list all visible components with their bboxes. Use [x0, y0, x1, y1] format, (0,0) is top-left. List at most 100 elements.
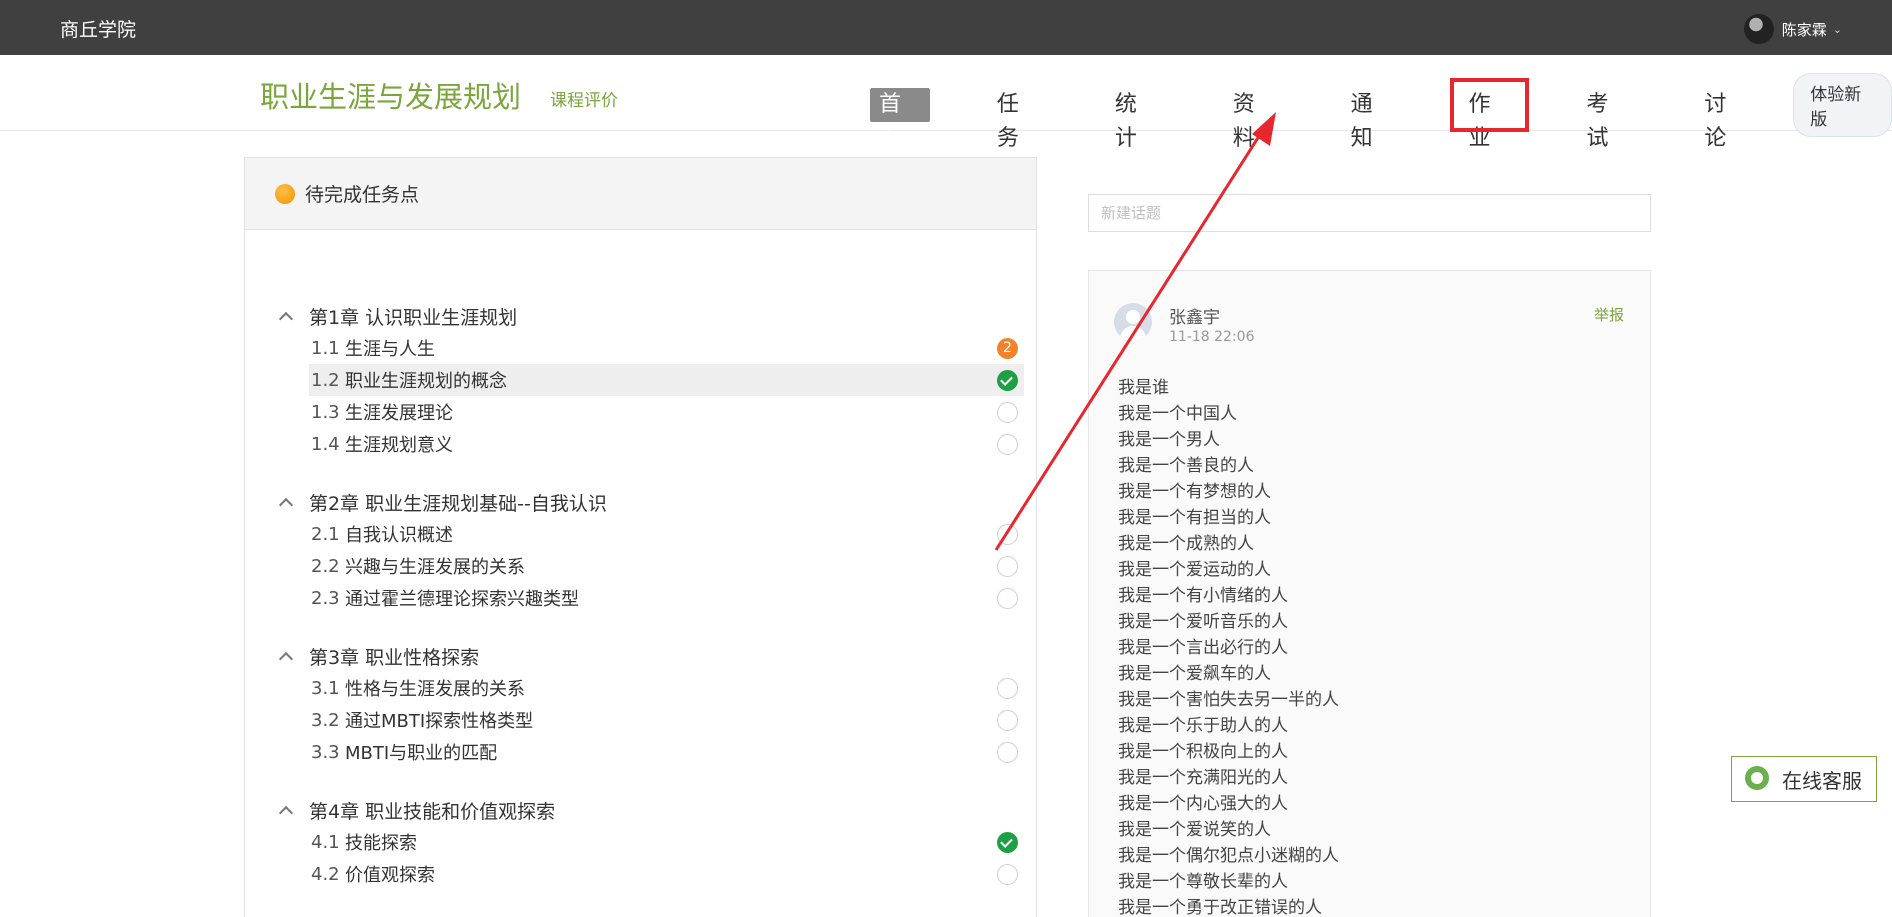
- course-header: 职业生涯与发展规划 课程评价 首页 任务 统计 资料 通知 作业 考试 讨论 体…: [0, 55, 1892, 151]
- post-line: 我是一个言出必行的人: [1118, 638, 1288, 658]
- post-time: 11-18 22:06: [1169, 329, 1255, 345]
- post-line: 我是一个有梦想的人: [1118, 482, 1271, 502]
- task-panel-header: 待完成任务点: [245, 158, 1036, 230]
- online-service-label: 在线客服: [1782, 768, 1862, 793]
- lesson-item[interactable]: 2.1 自我认识概述: [309, 518, 1024, 550]
- chapter-title[interactable]: 第3章 职业性格探索: [245, 640, 1036, 672]
- tab-stats[interactable]: 统计: [1106, 88, 1166, 151]
- lesson-item[interactable]: 3.2 通过MBTI探索性格类型: [309, 704, 1024, 736]
- lesson-item[interactable]: 2.2 兴趣与生涯发展的关系: [309, 550, 1024, 582]
- chapter: 第2章 职业生涯规划基础--自我认识 2.1 自我认识概述 2.2 兴趣与生涯发展的关系…: [245, 486, 1036, 614]
- incomplete-circle-icon: [997, 678, 1018, 699]
- tab-materials[interactable]: 资料: [1224, 88, 1284, 151]
- report-link[interactable]: 举报: [1594, 304, 1624, 325]
- chapter-title-text: 第4章 职业技能和价值观探索: [309, 800, 556, 823]
- post-author[interactable]: 张鑫宇: [1169, 303, 1220, 328]
- post-line: 我是一个勇于改正错误的人: [1118, 898, 1322, 917]
- post-line: 我是一个成熟的人: [1118, 534, 1254, 554]
- lesson-number: 3.3: [311, 741, 340, 763]
- post-content: 我是谁 我是一个中国人 我是一个男人 我是一个善良的人 我是一个有梦想的人 我是一个有担当…: [1118, 375, 1339, 917]
- chapter-title-text: 第1章 认识职业生涯规划: [309, 306, 518, 329]
- lesson-title: 性格与生涯发展的关系: [345, 679, 525, 700]
- chevron-down-icon: ⌄: [1832, 22, 1842, 36]
- post-line: 我是一个有小情绪的人: [1118, 586, 1288, 606]
- new-topic-input[interactable]: [1088, 194, 1651, 232]
- pending-count-badge: 2: [997, 338, 1018, 359]
- post-line: 我是一个积极向上的人: [1118, 742, 1288, 762]
- tab-notices[interactable]: 通知: [1342, 88, 1402, 151]
- lesson-number: 4.1: [311, 831, 340, 853]
- chapter-title[interactable]: 第4章 职业技能和价值观探索: [245, 794, 1036, 826]
- lesson-item[interactable]: 4.1 技能探索: [309, 826, 1024, 858]
- tab-exams[interactable]: 考试: [1577, 88, 1637, 151]
- tab-discussion[interactable]: 讨论: [1695, 88, 1755, 151]
- lesson-title: 生涯发展理论: [345, 403, 453, 424]
- incomplete-circle-icon: [997, 434, 1018, 455]
- lesson-number: 2.1: [311, 523, 340, 545]
- post-line: 我是一个善良的人: [1118, 456, 1254, 476]
- lesson-item[interactable]: 1.2 职业生涯规划的概念: [309, 364, 1024, 396]
- new-version-button[interactable]: 体验新版: [1793, 73, 1892, 137]
- post-line: 我是谁: [1118, 378, 1169, 398]
- user-avatar: [1743, 14, 1774, 44]
- chevron-up-icon[interactable]: [279, 496, 291, 508]
- lesson-item[interactable]: 4.2 价值观探索: [309, 858, 1024, 890]
- chapter-title[interactable]: 第2章 职业生涯规划基础--自我认识: [245, 486, 1036, 518]
- post-line: 我是一个偶尔犯点小迷糊的人: [1118, 846, 1339, 866]
- author-avatar[interactable]: [1114, 303, 1152, 341]
- incomplete-circle-icon: [997, 588, 1018, 609]
- post-line: 我是一个尊敬长辈的人: [1118, 872, 1288, 892]
- completed-check-icon: [997, 370, 1018, 391]
- headset-icon: [1742, 764, 1772, 794]
- chevron-up-icon[interactable]: [279, 650, 291, 662]
- user-menu[interactable]: 陈家霖 ⌄: [1743, 14, 1842, 44]
- lesson-title: 技能探索: [345, 833, 417, 854]
- post-line: 我是一个有担当的人: [1118, 508, 1271, 528]
- lesson-title: MBTI与职业的匹配: [345, 743, 498, 764]
- completed-check-icon: [997, 832, 1018, 853]
- lesson-number: 1.3: [311, 401, 340, 423]
- post-line: 我是一个爱运动的人: [1118, 560, 1271, 580]
- lesson-item[interactable]: 3.3 MBTI与职业的匹配: [309, 736, 1024, 768]
- chevron-up-icon[interactable]: [279, 310, 291, 322]
- post-line: 我是一个爱飙车的人: [1118, 664, 1271, 684]
- post-line: 我是一个内心强大的人: [1118, 794, 1288, 814]
- lesson-number: 1.1: [311, 337, 340, 359]
- lesson-number: 1.4: [311, 433, 340, 455]
- tab-homework[interactable]: 作业: [1449, 78, 1530, 151]
- incomplete-circle-icon: [997, 864, 1018, 885]
- lesson-item[interactable]: 1.4 生涯规划意义: [309, 428, 1024, 460]
- lesson-number: 2.3: [311, 587, 340, 609]
- top-bar: 商丘学院 陈家霖 ⌄: [0, 0, 1892, 55]
- chapter-title-text: 第3章 职业性格探索: [309, 646, 480, 669]
- course-title: 职业生涯与发展规划: [260, 80, 522, 114]
- tab-home[interactable]: 首页: [870, 88, 930, 151]
- lesson-item[interactable]: 1.1 生涯与人生 2: [309, 332, 1024, 364]
- lesson-title: 生涯与人生: [345, 339, 435, 360]
- post-line: 我是一个中国人: [1118, 404, 1237, 424]
- online-service-button[interactable]: 在线客服: [1731, 756, 1877, 802]
- tab-tasks[interactable]: 任务: [988, 88, 1048, 151]
- lesson-number: 2.2: [311, 555, 340, 577]
- course-eval-link[interactable]: 课程评价: [550, 86, 618, 111]
- lesson-title: 生涯规划意义: [345, 435, 453, 456]
- lesson-item[interactable]: 3.1 性格与生涯发展的关系: [309, 672, 1024, 704]
- post-line: 我是一个爱听音乐的人: [1118, 612, 1288, 632]
- incomplete-circle-icon: [997, 524, 1018, 545]
- lesson-number: 1.2: [311, 369, 340, 391]
- chapter: 第1章 认识职业生涯规划 1.1 生涯与人生 2 1.2 职业生涯规划的概念 1.3 生涯发展…: [245, 300, 1036, 460]
- chapter: 第4章 职业技能和价值观探索 4.1 技能探索 4.2 价值观探索: [245, 794, 1036, 890]
- chapter: 第3章 职业性格探索 3.1 性格与生涯发展的关系 3.2 通过MBTI探索性格类型 3.…: [245, 640, 1036, 768]
- lesson-item[interactable]: 1.3 生涯发展理论: [309, 396, 1024, 428]
- lesson-number: 3.2: [311, 709, 340, 731]
- incomplete-circle-icon: [997, 742, 1018, 763]
- chapter-title-text: 第2章 职业生涯规划基础--自我认识: [309, 492, 607, 515]
- incomplete-circle-icon: [997, 710, 1018, 731]
- course-nav: 首页 任务 统计 资料 通知 作业 考试 讨论 体验新版: [870, 73, 1892, 151]
- chapter-title[interactable]: 第1章 认识职业生涯规划: [245, 300, 1036, 332]
- lesson-title: 通过MBTI探索性格类型: [345, 711, 534, 732]
- incomplete-circle-icon: [997, 556, 1018, 577]
- chevron-up-icon[interactable]: [279, 804, 291, 816]
- site-logo[interactable]: 商丘学院: [60, 15, 136, 42]
- lesson-item[interactable]: 2.3 通过霍兰德理论探索兴趣类型: [309, 582, 1024, 614]
